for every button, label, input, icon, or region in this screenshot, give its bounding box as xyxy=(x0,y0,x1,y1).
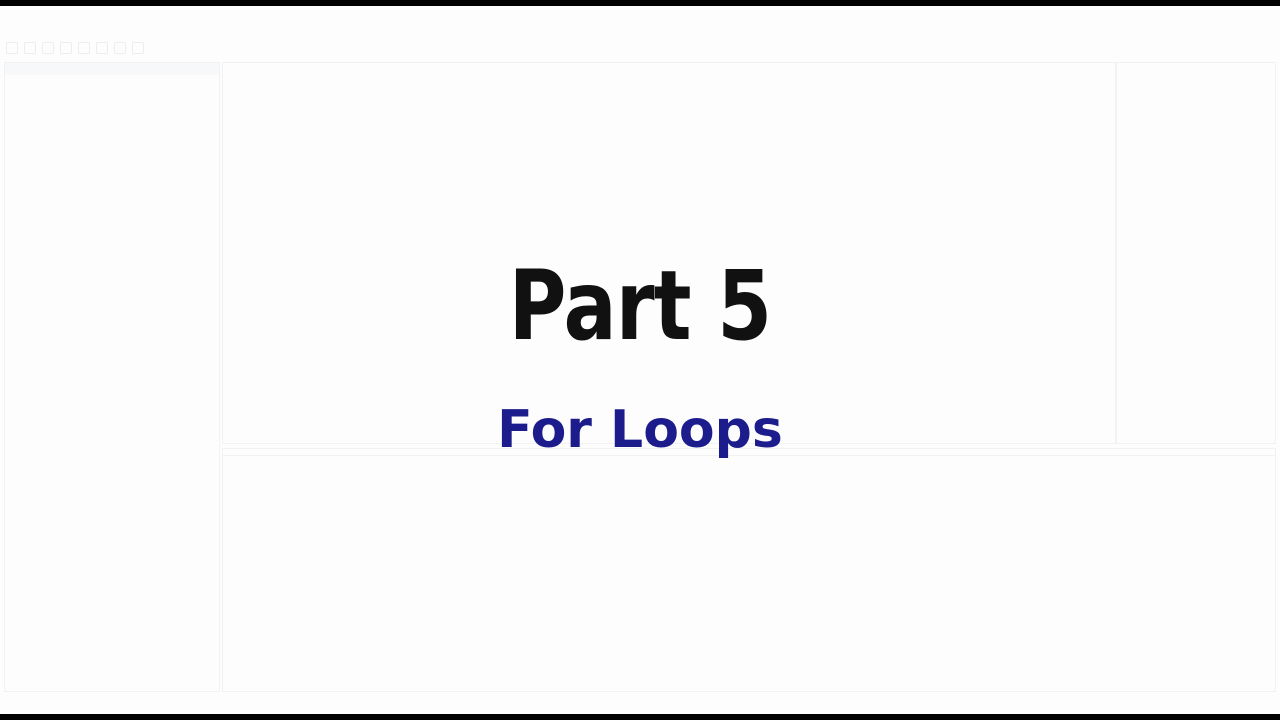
outline-section xyxy=(1117,63,1275,71)
toolbar-button-icon xyxy=(78,42,90,54)
video-frame: Part 5 For Loops xyxy=(0,6,1280,714)
toolbar-button-icon xyxy=(132,42,144,54)
toolbar-button-icon xyxy=(6,42,18,54)
package-explorer-panel xyxy=(4,62,220,692)
toolbar-button-icon xyxy=(114,42,126,54)
toolbar-button-icon xyxy=(42,42,54,54)
package-explorer-tree xyxy=(5,75,219,79)
toolbar-button-icon xyxy=(96,42,108,54)
part-title: Part 5 xyxy=(508,250,772,362)
toolbar-button-icon xyxy=(60,42,72,54)
console-panel xyxy=(222,448,1276,692)
part-subtitle: For Loops xyxy=(497,400,783,460)
ide-toolbar xyxy=(6,40,1274,56)
package-explorer-header xyxy=(5,63,219,75)
toolbar-button-icon xyxy=(24,42,36,54)
